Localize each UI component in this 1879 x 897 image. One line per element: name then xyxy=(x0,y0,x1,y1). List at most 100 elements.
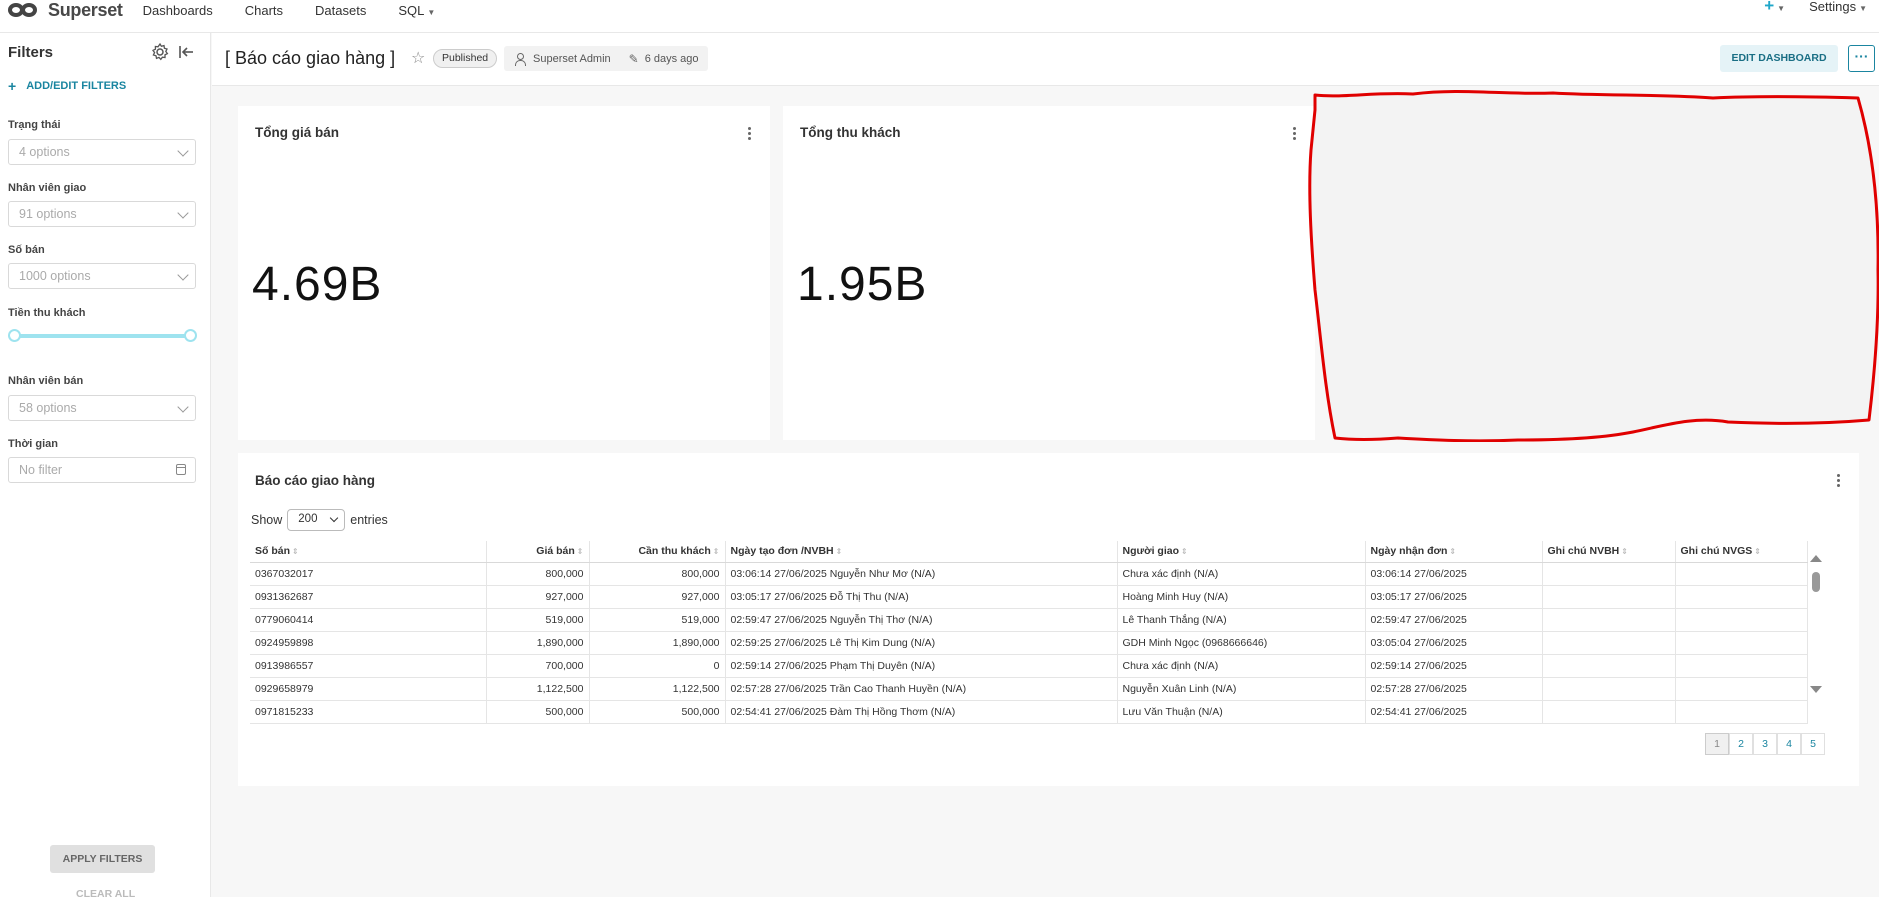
column-header-label: Ngày nhận đơn xyxy=(1370,545,1448,558)
column-header-gia-ban[interactable]: Giá bán ⇕ xyxy=(486,541,590,563)
new-plus-button[interactable]: + ▼ xyxy=(1764,0,1785,16)
filter-label-nhan-vien-ban: Nhân viên bán xyxy=(8,375,84,387)
column-header-can-thu-khach[interactable]: Cần thu khách ⇕ xyxy=(589,541,726,563)
nav-right: + ▼ Settings ▼ xyxy=(1764,0,1867,16)
cell-can-thu-khach: 1,890,000 xyxy=(589,631,726,655)
page-button-2[interactable]: 2 xyxy=(1729,733,1753,755)
column-header-ghi-chu-nvbh[interactable]: Ghi chú NVBH ⇕ xyxy=(1542,541,1676,563)
big-number-value: 4.69B xyxy=(252,258,383,311)
nav-charts[interactable]: Charts xyxy=(245,3,283,18)
cell-gia-ban: 1,890,000 xyxy=(486,631,590,655)
cell-ngay-nhan-don: 02:59:47 27/06/2025 xyxy=(1365,608,1543,632)
cell-so-ban: 0924959898 xyxy=(250,631,487,655)
cell-ngay-nhan-don: 03:05:04 27/06/2025 xyxy=(1365,631,1543,655)
cell-nguoi-giao: Lưu Văn Thuận (N/A) xyxy=(1117,700,1366,724)
nav-sql[interactable]: SQL ▼ xyxy=(398,3,435,18)
settings-menu[interactable]: Settings ▼ xyxy=(1809,0,1867,14)
nav-datasets[interactable]: Datasets xyxy=(315,3,366,18)
sort-icon: ⇕ xyxy=(1621,547,1628,557)
cell-can-thu-khach: 1,122,500 xyxy=(589,677,726,701)
sort-icon: ⇕ xyxy=(576,547,584,557)
top-navbar: Superset Dashboards Charts Datasets SQL ▼… xyxy=(0,0,1879,33)
range-slider-min-handle[interactable] xyxy=(8,329,21,342)
cell-ghi-chu-nvbh xyxy=(1542,654,1676,678)
column-header-ngay-tao-don[interactable]: Ngày tạo đơn /NVBH ⇕ xyxy=(725,541,1118,563)
pencil-icon: ✎ xyxy=(628,51,639,66)
page-button-1[interactable]: 1 xyxy=(1705,733,1729,755)
column-header-ghi-chu-nvgs[interactable]: Ghi chú NVGS ⇕ xyxy=(1675,541,1808,563)
page-button-3[interactable]: 3 xyxy=(1753,733,1777,755)
page-title[interactable]: [ Báo cáo giao hàng ] xyxy=(225,48,395,69)
table-row[interactable]: 0971815233 500,000 500,000 02:54:41 27/0… xyxy=(250,700,1808,724)
cell-nguoi-giao: GDH Minh Ngọc (0968666646) xyxy=(1117,631,1366,655)
star-icon[interactable]: ☆ xyxy=(411,48,425,68)
filter-select-trang-thai[interactable]: 4 options xyxy=(8,139,196,165)
table-row[interactable]: 0929658979 1,122,500 1,122,500 02:57:28 … xyxy=(250,677,1808,701)
column-header-label: Số bán xyxy=(255,545,291,558)
column-header-ngay-nhan-don[interactable]: Ngày nhận đơn ⇕ xyxy=(1365,541,1543,563)
gear-icon[interactable] xyxy=(150,42,170,62)
page-size-select[interactable]: 200 xyxy=(287,509,346,531)
cell-so-ban: 0913986557 xyxy=(250,654,487,678)
scrollbar-thumb[interactable] xyxy=(1812,572,1820,592)
table-vertical-scrollbar[interactable] xyxy=(1810,555,1822,693)
status-badge[interactable]: Published xyxy=(433,49,498,68)
filter-label-nhan-vien-giao: Nhân viên giao xyxy=(8,182,87,194)
calendar-icon xyxy=(176,464,186,475)
range-slider-track[interactable] xyxy=(14,334,190,338)
filters-title: Filters xyxy=(8,44,54,61)
more-options-button[interactable]: ··· xyxy=(1848,45,1875,72)
sort-icon: ⇕ xyxy=(1754,547,1761,557)
apply-filters-button[interactable]: APPLY FILTERS xyxy=(50,845,155,873)
table-row[interactable]: 0913986557 700,000 0 02:59:14 27/06/2025… xyxy=(250,654,1808,678)
table-header-row: Số bán ⇕ Giá bán ⇕ Cần thu khách ⇕ Ngày tạo… xyxy=(250,541,1808,563)
cell-nguoi-giao: Lê Thanh Thắng (N/A) xyxy=(1117,608,1366,632)
caret-down-icon: ▼ xyxy=(1777,4,1786,13)
page-button-5[interactable]: 5 xyxy=(1801,733,1825,755)
clear-all-button[interactable]: CLEAR ALL xyxy=(76,888,135,897)
entries-label: entries xyxy=(350,513,388,527)
card-title: Báo cáo giao hàng xyxy=(255,473,376,488)
cell-nguoi-giao: Chưa xác định (N/A) xyxy=(1117,654,1366,678)
cell-ngay-tao-don: 03:05:17 27/06/2025 Đỗ Thị Thu (N/A) xyxy=(725,585,1118,609)
big-number-card-tong-gia-ban: Tổng giá bán 4.69B xyxy=(238,106,770,440)
filter-select-so-ban[interactable]: 1000 options xyxy=(8,263,196,289)
cell-so-ban: 0779060414 xyxy=(250,608,487,632)
cell-ngay-nhan-don: 02:57:28 27/06/2025 xyxy=(1365,677,1543,701)
page-button-4[interactable]: 4 xyxy=(1777,733,1801,755)
filter-select-thoi-gian[interactable]: No filter xyxy=(8,457,196,483)
cell-gia-ban: 519,000 xyxy=(486,608,590,632)
table-row[interactable]: 0367032017 800,000 800,000 03:06:14 27/0… xyxy=(250,562,1808,586)
cell-ngay-tao-don: 02:59:25 27/06/2025 Lê Thị Kim Dung (N/A… xyxy=(725,631,1118,655)
table-row[interactable]: 0931362687 927,000 927,000 03:05:17 27/0… xyxy=(250,585,1808,609)
column-header-so-ban[interactable]: Số bán ⇕ xyxy=(250,541,487,563)
filter-label-tien-thu-khach: Tiền thu khách xyxy=(8,307,86,319)
filter-value: 1000 options xyxy=(19,269,91,283)
range-slider-max-handle[interactable] xyxy=(184,329,197,342)
filter-select-nhan-vien-giao[interactable]: 91 options xyxy=(8,201,196,227)
filter-label-so-ban: Số bán xyxy=(8,244,45,256)
scroll-up-arrow-icon[interactable] xyxy=(1810,555,1822,562)
brand[interactable]: Superset xyxy=(8,0,123,27)
filter-select-nhan-vien-ban[interactable]: 58 options xyxy=(8,395,196,421)
collapse-sidebar-icon[interactable] xyxy=(176,42,196,62)
cell-can-thu-khach: 500,000 xyxy=(589,700,726,724)
add-edit-filters-button[interactable]: + ADD/EDIT FILTERS xyxy=(8,78,126,94)
settings-label: Settings xyxy=(1809,0,1857,14)
kebab-menu-icon[interactable] xyxy=(1837,474,1841,488)
cell-ghi-chu-nvbh xyxy=(1542,700,1676,724)
column-header-nguoi-giao[interactable]: Người giao ⇕ xyxy=(1117,541,1366,563)
chevron-down-icon xyxy=(177,269,189,281)
cell-ghi-chu-nvbh xyxy=(1542,608,1676,632)
kebab-menu-icon[interactable] xyxy=(1293,127,1297,141)
cell-can-thu-khach: 927,000 xyxy=(589,585,726,609)
kebab-menu-icon[interactable] xyxy=(748,127,752,141)
cell-ghi-chu-nvbh xyxy=(1542,631,1676,655)
page-size-control: Show 200 entries xyxy=(251,509,388,531)
scroll-down-arrow-icon[interactable] xyxy=(1810,686,1822,693)
table-row[interactable]: 0779060414 519,000 519,000 02:59:47 27/0… xyxy=(250,608,1808,632)
edit-dashboard-button[interactable]: EDIT DASHBOARD xyxy=(1720,45,1838,72)
table-row[interactable]: 0924959898 1,890,000 1,890,000 02:59:25 … xyxy=(250,631,1808,655)
nav-dashboards[interactable]: Dashboards xyxy=(143,3,213,18)
cell-ngay-nhan-don: 02:59:14 27/06/2025 xyxy=(1365,654,1543,678)
